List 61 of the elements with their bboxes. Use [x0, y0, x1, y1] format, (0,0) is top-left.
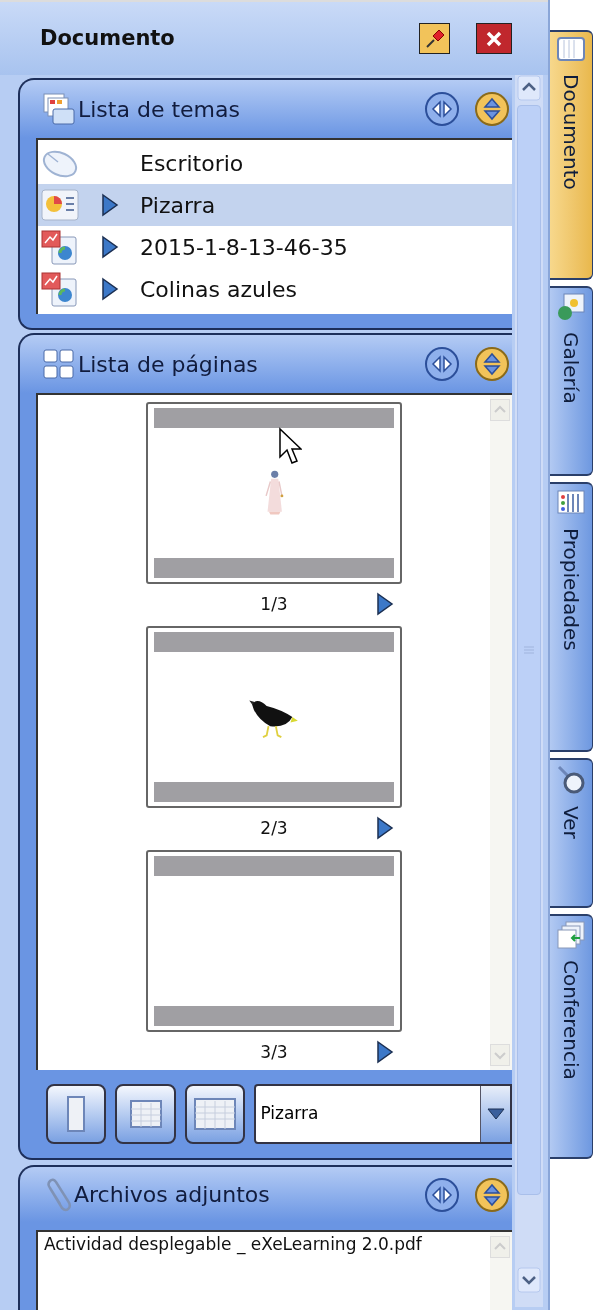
topic-label: Pizarra: [140, 191, 216, 220]
topic-label: Colinas azules: [140, 275, 297, 304]
section-title: Archivos adjuntos: [74, 1181, 271, 1209]
page-number: 2/3: [260, 817, 288, 841]
up-down-icon[interactable]: [474, 1176, 510, 1213]
pin-button[interactable]: [419, 23, 450, 54]
section-header[interactable]: Archivos adjuntos: [18, 1165, 512, 1222]
grid-view-button[interactable]: [184, 1084, 246, 1144]
view-select[interactable]: Pizarra: [254, 1084, 512, 1144]
left-right-icon[interactable]: [424, 1176, 460, 1213]
section-header[interactable]: Lista de temas: [18, 78, 512, 138]
expand-arrow-icon[interactable]: [101, 193, 119, 217]
grid-icon: [42, 347, 76, 381]
presentation-icon: [40, 229, 80, 265]
gallery-icon: [556, 292, 586, 322]
left-right-icon[interactable]: [424, 91, 460, 127]
scrollbar[interactable]: [515, 75, 543, 1307]
side-tab[interactable]: Galería: [550, 286, 593, 476]
table-icon: [129, 1100, 162, 1128]
topic-label: 2015-1-8-13-46-35: [140, 233, 348, 262]
up-down-icon[interactable]: [474, 91, 510, 127]
pages-icon: [556, 920, 586, 950]
play-icon[interactable]: [376, 1040, 394, 1064]
cursor-icon: [278, 427, 302, 467]
chart-icon: [40, 188, 80, 222]
table-icon: [194, 1098, 237, 1130]
dropdown-arrow-icon[interactable]: [485, 1107, 506, 1121]
play-icon[interactable]: [376, 816, 394, 840]
document-icon: [556, 36, 586, 64]
scroll-thumb[interactable]: [517, 105, 541, 1195]
side-tab[interactable]: Propiedades: [550, 482, 593, 752]
side-tab[interactable]: Ver: [550, 758, 593, 908]
scrollbar[interactable]: [490, 1232, 512, 1310]
expand-arrow-icon[interactable]: [101, 277, 119, 301]
scroll-up-icon[interactable]: [517, 75, 541, 101]
close-button[interactable]: [476, 23, 512, 54]
page-thumbnail[interactable]: [146, 402, 402, 584]
section-header[interactable]: Lista de páginas: [18, 333, 512, 393]
magnifier-icon: [556, 764, 586, 796]
left-right-icon[interactable]: [424, 346, 460, 382]
page-thumbnail[interactable]: [146, 626, 402, 808]
single-view-button[interactable]: [46, 1084, 107, 1144]
topic-label: Escritorio: [140, 149, 244, 178]
page-icon: [67, 1096, 86, 1132]
up-down-icon[interactable]: [474, 346, 510, 382]
side-tab[interactable]: Documento: [550, 30, 593, 280]
page-thumbnail[interactable]: [146, 850, 402, 1032]
play-icon[interactable]: [376, 592, 394, 616]
panel-title: Documento: [40, 24, 176, 52]
page-number: 3/3: [260, 1041, 288, 1065]
list-icon: [42, 92, 76, 126]
close-icon: [486, 30, 502, 47]
list-view-button[interactable]: [115, 1084, 176, 1144]
side-tab[interactable]: Conferencia: [550, 914, 593, 1159]
presentation-icon: [40, 271, 80, 307]
section-title: Lista de temas: [78, 95, 241, 124]
topic-item[interactable]: Pizarra: [38, 184, 512, 226]
page-number: 1/3: [260, 593, 288, 617]
expand-arrow-icon[interactable]: [101, 235, 119, 259]
section-title: Lista de páginas: [78, 350, 259, 379]
scroll-down-icon[interactable]: [517, 1267, 541, 1293]
